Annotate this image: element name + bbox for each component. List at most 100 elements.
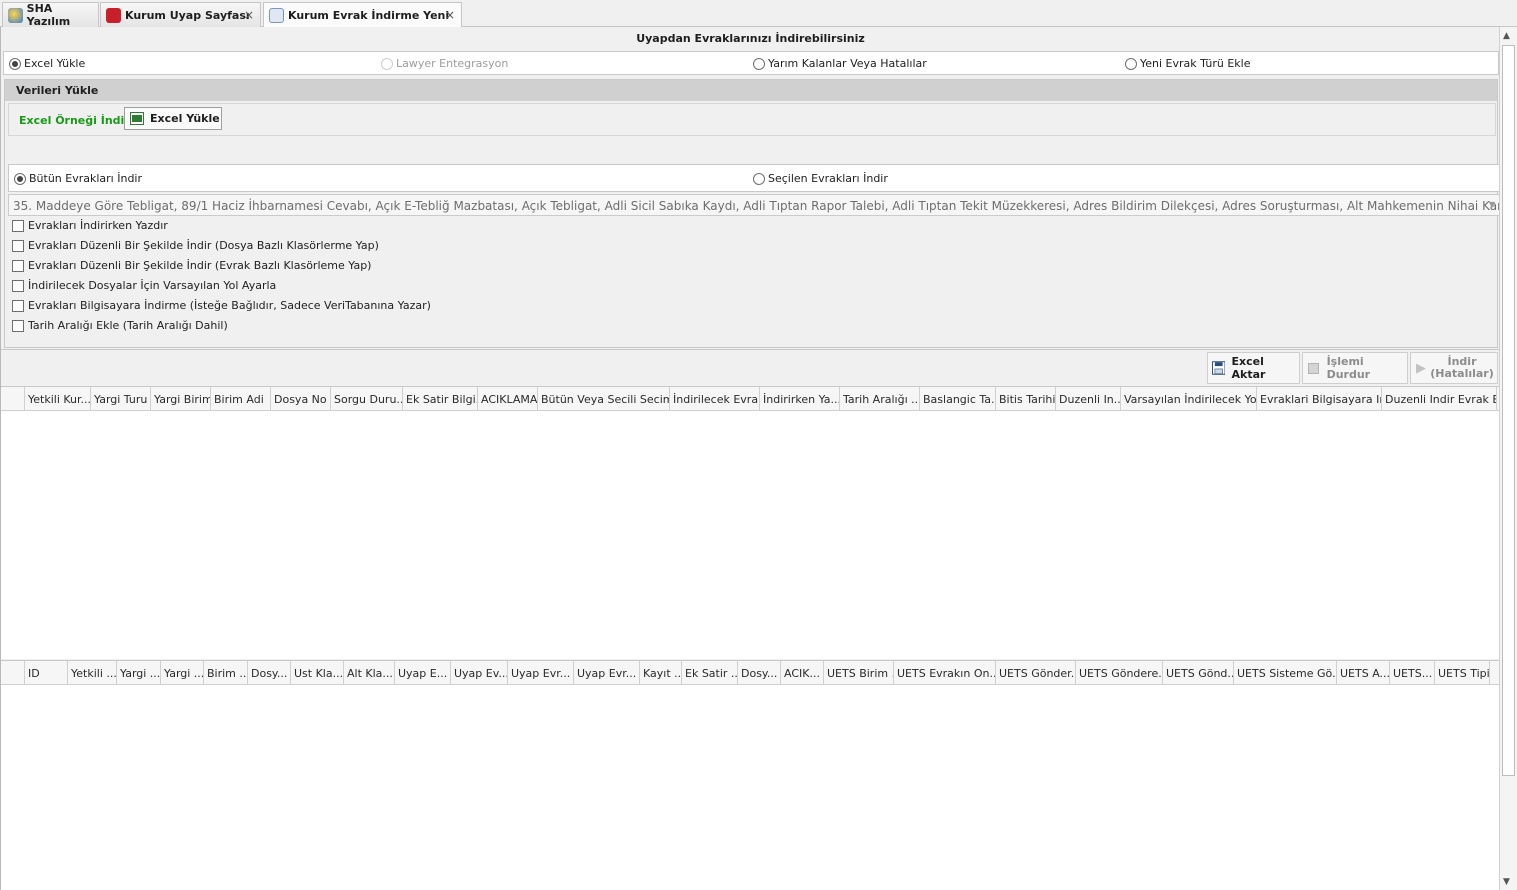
checkbox-label: Evrakları Bilgisayara İndirme (İsteğe Ba…	[28, 299, 431, 312]
column-header[interactable]: ACIK...	[781, 661, 824, 685]
column-header[interactable]: Uyap Evr...	[508, 661, 574, 685]
stop-icon	[1308, 362, 1319, 374]
checkbox[interactable]	[12, 239, 24, 252]
column-header[interactable]: Evraklari Bilgisayara In...	[1257, 387, 1382, 411]
column-header[interactable]: UETS Evrakın On...	[894, 661, 996, 685]
column-header[interactable]: Uyap Evr...	[574, 661, 640, 685]
scrollbar-thumb[interactable]	[1502, 45, 1515, 776]
column-header[interactable]: Bütün Veya Secili Secim ...	[538, 387, 670, 411]
column-header[interactable]: Yargi Turu	[91, 387, 151, 411]
checkbox[interactable]	[12, 319, 24, 332]
save-icon	[1212, 361, 1226, 375]
column-header[interactable]: Baslangic Ta...	[920, 387, 996, 411]
column-header[interactable]: Yargi Birimi	[151, 387, 211, 411]
veri-yukle-group: Verileri Yükle Excel Örneği İndir Excel …	[4, 79, 1500, 348]
column-header[interactable]: UETS...	[1390, 661, 1435, 685]
radio-excel-yukle[interactable]: Excel Yükle	[9, 57, 85, 70]
excel-export-button[interactable]: Excel Aktar	[1207, 352, 1300, 384]
radio-secilen-evraklar[interactable]: Seçilen Evrakları İndir	[753, 172, 888, 185]
result-grid[interactable]: ID Yetkili ... Yargi ... Yargi ... Birim ...…	[1, 660, 1500, 890]
radio-label: Yeni Evrak Türü Ekle	[1140, 57, 1251, 70]
close-icon[interactable]: ×	[445, 8, 455, 22]
column-header[interactable]: Kayıt ...	[640, 661, 682, 685]
column-header[interactable]: Ek Satir ...	[682, 661, 738, 685]
radio-button[interactable]	[753, 57, 765, 70]
column-header[interactable]: Birim Adi	[211, 387, 271, 411]
upload-grid[interactable]: Yetkili Kur... Yargi Turu Yargi Birimi Biri…	[1, 386, 1500, 659]
column-header[interactable]: Yargi ...	[117, 661, 161, 685]
column-header[interactable]: Ek Satir Bilgi...	[403, 387, 478, 411]
button-label: İşlemi Durdur	[1326, 355, 1371, 381]
button-label: İndir (Hatalılar)	[1430, 356, 1494, 380]
checkbox[interactable]	[12, 279, 24, 292]
column-header[interactable]: UETS Birim ...	[824, 661, 894, 685]
upload-row: Excel Örneği İndir Excel Yükle	[8, 103, 1496, 136]
radio-yeni-evrak-turu[interactable]: Yeni Evrak Türü Ekle	[1125, 57, 1250, 70]
radio-butun-evraklar[interactable]: Bütün Evrakları İndir	[14, 172, 142, 185]
column-header[interactable]: Tarih Aralığı ...	[840, 387, 920, 411]
radio-label: Excel Yükle	[24, 57, 86, 70]
stop-process-button[interactable]: İşlemi Durdur	[1302, 352, 1408, 384]
checkbox-evrak-bazli[interactable]: Evrakları Düzenli Bir Şekilde İndir (Evr…	[12, 259, 371, 272]
checkbox-dosya-bazli[interactable]: Evrakları Düzenli Bir Şekilde İndir (Dos…	[12, 239, 379, 252]
column-header[interactable]: UETS Tipi	[1435, 661, 1490, 685]
group-header: Verileri Yükle	[5, 80, 1497, 101]
scroll-down-icon[interactable]: ▼	[1503, 877, 1510, 887]
column-header[interactable]: Dosy...	[738, 661, 781, 685]
excel-upload-button[interactable]: Excel Yükle	[124, 107, 222, 130]
column-header[interactable]: UETS Gönd...	[1163, 661, 1234, 685]
column-header[interactable]: Ust Kla...	[291, 661, 344, 685]
column-header[interactable]: Yetkili Kur...	[25, 387, 91, 411]
column-header[interactable]: Duzenli In...	[1056, 387, 1121, 411]
scroll-up-icon[interactable]: ▲	[1503, 31, 1510, 41]
checkbox-varsayilan-yol[interactable]: İndirilecek Dosyalar İçin Varsayılan Yol…	[12, 279, 276, 292]
checkbox-bilgisayara-indirme[interactable]: Evrakları Bilgisayara İndirme (İsteğe Ba…	[12, 299, 431, 312]
column-header[interactable]: UETS Gönder...	[996, 661, 1076, 685]
column-header[interactable]: İndirilecek Evra...	[670, 387, 760, 411]
combo-value: 35. Maddeye Göre Tebligat, 89/1 Haciz İh…	[13, 199, 1500, 213]
document-types-combo[interactable]: 35. Maddeye Göre Tebligat, 89/1 Haciz İh…	[8, 194, 1500, 216]
close-icon[interactable]: ×	[244, 8, 254, 22]
excel-sample-link[interactable]: Excel Örneği İndir	[19, 114, 130, 127]
column-header[interactable]: Bitis Tarihi	[996, 387, 1056, 411]
radio-label: Seçilen Evrakları İndir	[768, 172, 888, 185]
checkbox[interactable]	[12, 259, 24, 272]
column-header[interactable]: Dosy...	[248, 661, 291, 685]
column-header[interactable]: İndirirken Ya...	[760, 387, 840, 411]
column-header[interactable]: Birim ...	[204, 661, 248, 685]
radio-button[interactable]	[9, 57, 21, 70]
column-header[interactable]: ACIKLAMA	[478, 387, 538, 411]
button-label: Excel Yükle	[150, 112, 220, 125]
tab-kurum-uyap[interactable]: Kurum Uyap Sayfası ×	[100, 2, 261, 27]
column-header[interactable]: UETS A...	[1337, 661, 1390, 685]
radio-lawyer-entegrasyon[interactable]: Lawyer Entegrasyon	[381, 57, 508, 70]
radio-yarim-kalanlar[interactable]: Yarım Kalanlar Veya Hatalılar	[753, 57, 927, 70]
checkbox[interactable]	[12, 219, 24, 232]
column-header[interactable]: Alt Kla...	[344, 661, 395, 685]
checkbox[interactable]	[12, 299, 24, 312]
column-header[interactable]: Varsayılan İndirilecek Yol...	[1121, 387, 1257, 411]
column-header[interactable]: Duzenli Indir Evrak B...	[1382, 387, 1497, 411]
checkbox-label: İndirilecek Dosyalar İçin Varsayılan Yol…	[28, 279, 277, 292]
tab-kurum-evrak-indirme[interactable]: Kurum Evrak İndirme Yeni ×	[263, 2, 462, 28]
column-header[interactable]: Dosya No	[271, 387, 331, 411]
dropdown-arrow-icon[interactable]: ▼	[1489, 200, 1495, 209]
radio-button[interactable]	[753, 172, 765, 185]
radio-button[interactable]	[1125, 57, 1137, 70]
column-header[interactable]: Sorgu Duru...	[331, 387, 403, 411]
tab-sha-yazilim[interactable]: SHA Yazılım	[2, 2, 99, 28]
column-header[interactable]: Yetkili ...	[68, 661, 117, 685]
vertical-scrollbar[interactable]: ▲ ▼	[1499, 27, 1517, 890]
row-indicator-header	[1, 387, 25, 411]
download-errors-button[interactable]: ▶ İndir (Hatalılar)	[1410, 352, 1498, 384]
column-header[interactable]: UETS Sisteme Gö...	[1234, 661, 1337, 685]
column-header[interactable]: Uyap Ev...	[451, 661, 508, 685]
column-header[interactable]: Uyap E...	[395, 661, 451, 685]
column-header[interactable]: ID	[25, 661, 68, 685]
radio-button[interactable]	[381, 57, 393, 70]
checkbox-tarih-araligi[interactable]: Tarih Aralığı Ekle (Tarih Aralığı Dahil)	[12, 319, 228, 332]
column-header[interactable]: Yargi ...	[161, 661, 204, 685]
radio-button[interactable]	[14, 172, 26, 185]
checkbox-yazdir[interactable]: Evrakları İndirirken Yazdır	[12, 219, 168, 232]
column-header[interactable]: UETS Göndere...	[1076, 661, 1163, 685]
